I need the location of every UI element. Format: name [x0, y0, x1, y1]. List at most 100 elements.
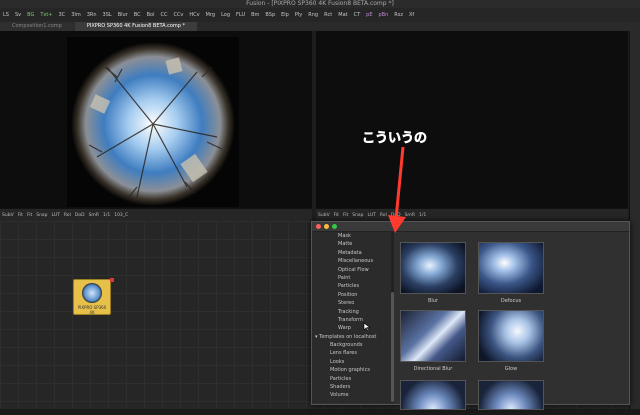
right-viewer-toolbar: SubVFitFitSnapLUTRoIDoDSmR1/1 — [316, 208, 628, 222]
tool-button-sv[interactable]: Sv — [15, 12, 21, 18]
thumbnail-preview — [478, 380, 544, 410]
viewer-control-snap[interactable]: Snap — [36, 213, 47, 218]
category-item[interactable]: Particles — [312, 282, 392, 290]
viewer-control-subv[interactable]: SubV — [2, 213, 14, 218]
category-item[interactable]: Matte — [312, 240, 392, 248]
category-item[interactable]: Position — [312, 291, 392, 299]
node-output-marker — [110, 278, 114, 282]
tool-button-rct[interactable]: Rct — [324, 12, 332, 18]
template-item[interactable]: Looks — [312, 358, 392, 366]
viewer-control-fit[interactable]: Fit — [18, 213, 23, 218]
tool-button-mat[interactable]: Mat — [338, 12, 347, 18]
category-item[interactable]: Miscellaneous — [312, 257, 392, 265]
minimize-button[interactable] — [324, 224, 329, 229]
tool-button-elp[interactable]: Elp — [281, 12, 289, 18]
viewer-control-smr[interactable]: SmR — [89, 213, 99, 218]
viewer-control-11[interactable]: 1/1 — [419, 213, 426, 218]
mouse-cursor-icon — [363, 322, 371, 332]
right-side-panel — [629, 31, 640, 415]
templates-header-label: Templates on localhost — [319, 333, 377, 340]
thumbnail-preview — [400, 380, 466, 410]
viewer-control-lut[interactable]: LUT — [368, 213, 376, 218]
tool-button-pe[interactable]: pE — [366, 12, 372, 18]
thumbnail-item[interactable] — [478, 380, 544, 410]
tool-button-3im[interactable]: 3Im — [71, 12, 81, 18]
thumbnail-preview — [478, 310, 544, 362]
viewer-control-fit[interactable]: Fit — [334, 213, 339, 218]
tool-button-bc[interactable]: BC — [134, 12, 141, 18]
viewer-control-fit[interactable]: Fit — [27, 213, 32, 218]
tool-button-mrg[interactable]: Mrg — [206, 12, 215, 18]
thumbnail-caption: Blur — [427, 298, 439, 304]
scrollbar-thumb[interactable] — [391, 292, 394, 402]
loader-node[interactable]: PIXPRO SP360 4K — [73, 278, 114, 315]
viewer-control-11[interactable]: 1/1 — [103, 213, 110, 218]
category-item[interactable]: Metadata — [312, 249, 392, 257]
thumbnail-item[interactable]: Blur — [400, 242, 466, 304]
thumbnail-preview — [478, 242, 544, 294]
tool-button-bsp[interactable]: BSp — [265, 12, 275, 18]
left-viewer[interactable] — [0, 31, 312, 208]
viewer-control-subv[interactable]: SubV — [318, 213, 330, 218]
category-item[interactable]: Warp — [312, 324, 392, 332]
tool-button-ct[interactable]: CT — [354, 12, 361, 18]
fisheye-image — [67, 37, 239, 207]
category-item[interactable]: Transform — [312, 316, 392, 324]
tool-button-3c[interactable]: 3C — [59, 12, 66, 18]
node-label: PIXPRO SP360 4K — [77, 305, 107, 315]
tool-button-ls[interactable]: LS — [3, 12, 9, 18]
tab-pixpro-comp[interactable]: PIXPRO SP360 4K Fusion8 BETA.comp * — [74, 22, 198, 31]
tool-button-rsz[interactable]: Rsz — [394, 12, 403, 18]
template-item[interactable]: Shaders — [312, 383, 392, 391]
tab-composition1[interactable]: Composition1.comp — [0, 22, 74, 31]
right-viewer[interactable] — [316, 31, 628, 208]
thumbnail-caption: Glow — [504, 366, 518, 372]
template-item[interactable]: Backgrounds — [312, 341, 392, 349]
viewer-control-fit[interactable]: Fit — [343, 213, 348, 218]
thumbnail-item[interactable] — [400, 380, 466, 410]
templates-header[interactable]: ▾ Templates on localhost — [312, 333, 392, 341]
viewer-control-103c[interactable]: 103_C — [114, 213, 128, 218]
viewer-control-dod[interactable]: DoD — [75, 213, 85, 218]
viewer-control-lut[interactable]: LUT — [52, 213, 60, 218]
left-viewer-toolbar: SubV Fit Fit Snap LUT RoI DoD SmR 1/1 103_C — [0, 208, 312, 222]
thumbnail-item[interactable]: Defocus — [478, 242, 544, 304]
tool-button-bg[interactable]: BG — [27, 12, 34, 18]
thumbnail-preview — [400, 310, 466, 362]
category-item[interactable]: Tracking — [312, 308, 392, 316]
tool-button-rng[interactable]: Rng — [308, 12, 318, 18]
thumbnail-item[interactable]: Glow — [478, 310, 544, 372]
tool-button-3rn[interactable]: 3Rn — [87, 12, 97, 18]
tool-button-bol[interactable]: Bol — [147, 12, 155, 18]
category-item[interactable]: Stereo — [312, 299, 392, 307]
time-ruler[interactable] — [0, 409, 640, 415]
tool-button-ply[interactable]: Ply — [295, 12, 302, 18]
tool-button-bm[interactable]: Bm — [251, 12, 259, 18]
tool-button-pbn[interactable]: pBn — [378, 12, 388, 18]
category-scrollbar[interactable] — [391, 232, 394, 403]
template-item[interactable]: Lens flares — [312, 349, 392, 357]
tool-button-log[interactable]: Log — [221, 12, 230, 18]
tool-button-txt[interactable]: Txt+ — [40, 12, 52, 18]
template-item[interactable]: Particles — [312, 375, 392, 383]
template-item[interactable]: Motion graphics — [312, 366, 392, 374]
tool-button-blur[interactable]: Blur — [118, 12, 128, 18]
template-item[interactable]: Volume — [312, 391, 392, 399]
window-title: Fusion - [PIXPRO SP360 4K Fusion8 BETA.c… — [0, 0, 640, 8]
viewer-control-snap[interactable]: Snap — [352, 213, 363, 218]
tool-button-3sl[interactable]: 3SL — [103, 12, 112, 18]
thumbnail-grid: Blur Defocus Directional Blur Glow — [398, 234, 628, 410]
close-button[interactable] — [316, 224, 321, 229]
thumbnail-item[interactable]: Directional Blur — [400, 310, 466, 372]
zoom-button[interactable] — [332, 224, 337, 229]
category-item[interactable]: Optical Flow — [312, 266, 392, 274]
tool-button-hcv[interactable]: HCv — [189, 12, 199, 18]
category-item[interactable]: Mask — [312, 232, 392, 240]
tool-button-cc[interactable]: CC — [160, 12, 167, 18]
tool-button-ccv[interactable]: CCv — [173, 12, 183, 18]
tool-button-flu[interactable]: FLU — [236, 12, 245, 18]
tool-button-xf[interactable]: Xf — [409, 12, 414, 18]
category-item[interactable]: Paint — [312, 274, 392, 282]
thumbnail-preview — [400, 242, 466, 294]
viewer-control-roi[interactable]: RoI — [64, 213, 71, 218]
